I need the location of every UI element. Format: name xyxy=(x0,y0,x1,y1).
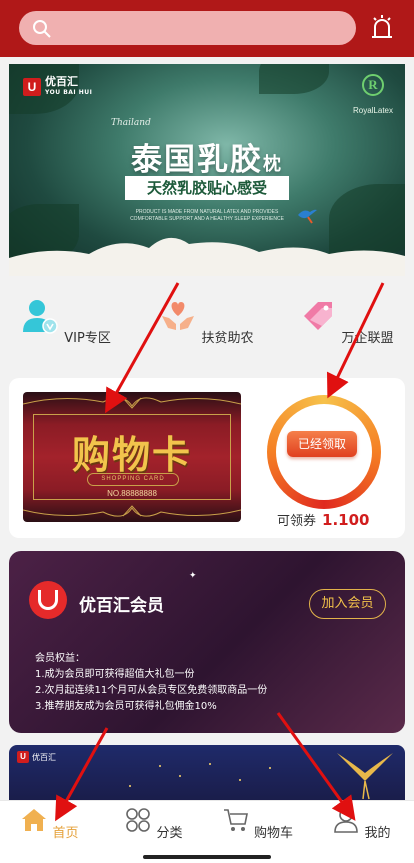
tab-label: 分类 xyxy=(156,826,183,841)
tab-label: 我的 xyxy=(364,826,391,841)
member-logo-icon xyxy=(29,581,67,619)
category-poverty-relief[interactable]: 扶贫助农 xyxy=(152,298,262,346)
bird-icon xyxy=(298,209,317,224)
promo-logo: U 优百汇 xyxy=(17,751,56,763)
shopping-card-section: 购物卡 SHOPPING CARD NO.88888888 已经领取 可领券 1.… xyxy=(9,378,405,538)
benefit-item: 1.成为会员即可获得超值大礼包一份 xyxy=(35,669,195,680)
banner-script-text: Thailand xyxy=(111,118,151,128)
tab-home[interactable]: 首页 xyxy=(10,807,90,841)
milk-splash-icon xyxy=(9,237,405,276)
brand-subtitle: YOU BAI HUI xyxy=(45,89,93,96)
partner-logo: R RoyalLatex xyxy=(353,74,393,117)
card-subtitle: SHOPPING CARD xyxy=(87,473,179,486)
search-icon xyxy=(33,20,51,38)
join-member-button[interactable]: 加入会员 xyxy=(309,589,386,619)
tab-label: 购物车 xyxy=(254,826,294,841)
banner-title: 泰国乳胶枕 xyxy=(131,142,283,178)
logo-mark-icon: U xyxy=(17,751,29,763)
search-bar[interactable] xyxy=(19,11,356,45)
membership-card: ✦ 优百汇会员 加入会员 会员权益： 1.成为会员即可获得超值大礼包一份 2.次… xyxy=(9,551,405,733)
logo-mark-icon: U xyxy=(23,78,41,96)
category-label: 扶贫助农 xyxy=(201,331,254,346)
promo-brand: 优百汇 xyxy=(32,752,56,762)
tab-cart[interactable]: 购物车 xyxy=(218,807,298,841)
benefit-item: 3.推荐朋友成为会员可获得礼包佣金10% xyxy=(35,701,217,712)
brand-logo: U 优百汇 YOU BAI HUI xyxy=(23,76,92,98)
home-icon xyxy=(22,809,47,831)
festival-banner[interactable]: U 优百汇 xyxy=(9,745,405,801)
banner-fine-print: PRODUCT IS MADE FROM NATURAL LATEX AND P… xyxy=(130,209,284,222)
category-alliance[interactable]: 万企联盟 xyxy=(292,298,402,346)
category-label: 万企联盟 xyxy=(341,331,394,346)
cart-icon xyxy=(223,809,248,831)
voucher-value: 1.100 xyxy=(322,511,370,529)
category-label: VIP专区 xyxy=(64,331,111,346)
voucher-label: 可领券 xyxy=(277,514,317,529)
member-benefits: 会员权益： 1.成为会员即可获得超值大礼包一份 2.次月起连续11个月可从会员专… xyxy=(35,651,267,715)
user-icon xyxy=(334,808,359,833)
vip-user-icon xyxy=(23,300,58,334)
banner-tagline: 天然乳胶贴心感受 xyxy=(125,176,289,200)
sparkle-icon: ✦ xyxy=(189,571,197,581)
category-vip[interactable]: VIP专区 xyxy=(12,298,122,346)
alarm-icon[interactable] xyxy=(371,14,393,40)
top-header xyxy=(0,0,414,57)
benefit-item: 2.次月起连续11个月可从会员专区免费领取商品一份 xyxy=(35,685,268,696)
card-number: NO.88888888 xyxy=(107,489,157,498)
shopping-card-image[interactable]: 购物卡 SHOPPING CARD NO.88888888 xyxy=(23,392,241,522)
bottom-tab-bar: 首页 分类 购物车 我的 xyxy=(0,800,414,863)
claimed-button[interactable]: 已经领取 xyxy=(287,431,357,457)
benefits-title: 会员权益： xyxy=(35,653,85,664)
grid-icon xyxy=(126,808,151,832)
tag-icon xyxy=(304,302,333,330)
member-title: 优百汇会员 xyxy=(79,596,164,616)
tab-mine[interactable]: 我的 xyxy=(322,807,402,841)
tab-category[interactable]: 分类 xyxy=(114,807,194,841)
home-indicator xyxy=(143,855,271,859)
partner-name: RoyalLatex xyxy=(352,106,393,115)
crane-icon xyxy=(337,753,393,800)
tab-label: 首页 xyxy=(52,826,79,841)
royal-latex-icon: R xyxy=(361,74,384,96)
heart-hands-icon xyxy=(162,302,195,330)
voucher-info: 可领券 1.100 xyxy=(277,510,369,529)
promo-banner[interactable]: U 优百汇 YOU BAI HUI R RoyalLatex Thailand 泰… xyxy=(9,64,405,276)
category-row: VIP专区 扶贫助农 万企联盟 xyxy=(0,286,414,366)
card-title: 购物卡 xyxy=(71,432,192,477)
